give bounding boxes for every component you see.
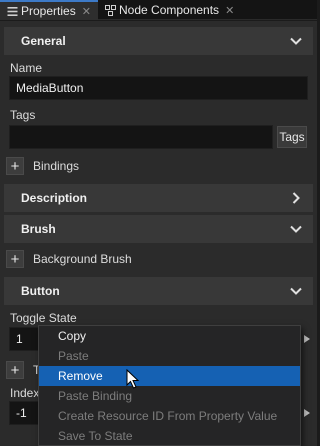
menu-item-create-resource-id[interactable]: Create Resource ID From Property Value [39, 406, 300, 426]
tab-node-components[interactable]: Node Components ✕ [98, 0, 240, 20]
background-brush-label: Background Brush [33, 252, 132, 266]
tab-properties[interactable]: Properties ✕ [0, 0, 98, 20]
add-property-button[interactable]: + [6, 361, 24, 379]
menu-item-paste-binding[interactable]: Paste Binding [39, 386, 300, 406]
section-general-title: General [21, 34, 66, 48]
name-label: Name [10, 61, 43, 75]
close-icon[interactable]: ✕ [225, 4, 234, 17]
add-binding-button[interactable]: + [6, 157, 24, 175]
menu-item-paste[interactable]: Paste [39, 346, 300, 366]
node-components-icon [104, 4, 116, 16]
tab-node-components-label: Node Components [119, 3, 220, 17]
chevron-down-icon [290, 287, 302, 295]
tab-properties-label: Properties [21, 4, 76, 18]
section-general-header[interactable]: General [4, 27, 313, 55]
name-field[interactable]: MediaButton [9, 76, 308, 100]
index-value: -1 [16, 406, 27, 420]
chevron-down-icon [290, 37, 302, 45]
menu-item-save-to-state[interactable]: Save To State [39, 426, 300, 446]
section-button-title: Button [21, 284, 60, 298]
menu-item-copy[interactable]: Copy [39, 326, 300, 346]
index-label: Index [10, 386, 40, 400]
toggle-state-value: 1 [16, 332, 23, 346]
tags-button[interactable]: Tags [277, 126, 307, 148]
tags-field[interactable] [9, 125, 273, 149]
toggle-state-label: Toggle State [10, 311, 77, 325]
properties-icon [6, 5, 18, 17]
tags-label: Tags [10, 108, 36, 122]
name-field-value: MediaButton [16, 81, 84, 95]
section-description-header[interactable]: Description [4, 184, 313, 212]
section-button-header[interactable]: Button [4, 277, 313, 305]
context-menu: Copy Paste Remove Paste Binding Create R… [38, 325, 301, 446]
chevron-right-icon [292, 192, 300, 204]
add-background-brush-button[interactable]: + [6, 250, 24, 268]
mouse-cursor-icon [126, 369, 140, 389]
spinner-arrow-icon[interactable] [303, 408, 311, 418]
section-brush-title: Brush [21, 222, 56, 236]
bindings-label: Bindings [33, 159, 80, 173]
tab-bar: Properties ✕ Node Components ✕ [0, 0, 317, 20]
spinner-arrow-icon[interactable] [303, 334, 311, 344]
menu-item-remove[interactable]: Remove [39, 366, 300, 386]
section-brush-header[interactable]: Brush [4, 215, 313, 243]
chevron-down-icon [290, 225, 302, 233]
section-description-title: Description [21, 191, 88, 205]
close-icon[interactable]: ✕ [82, 5, 91, 18]
